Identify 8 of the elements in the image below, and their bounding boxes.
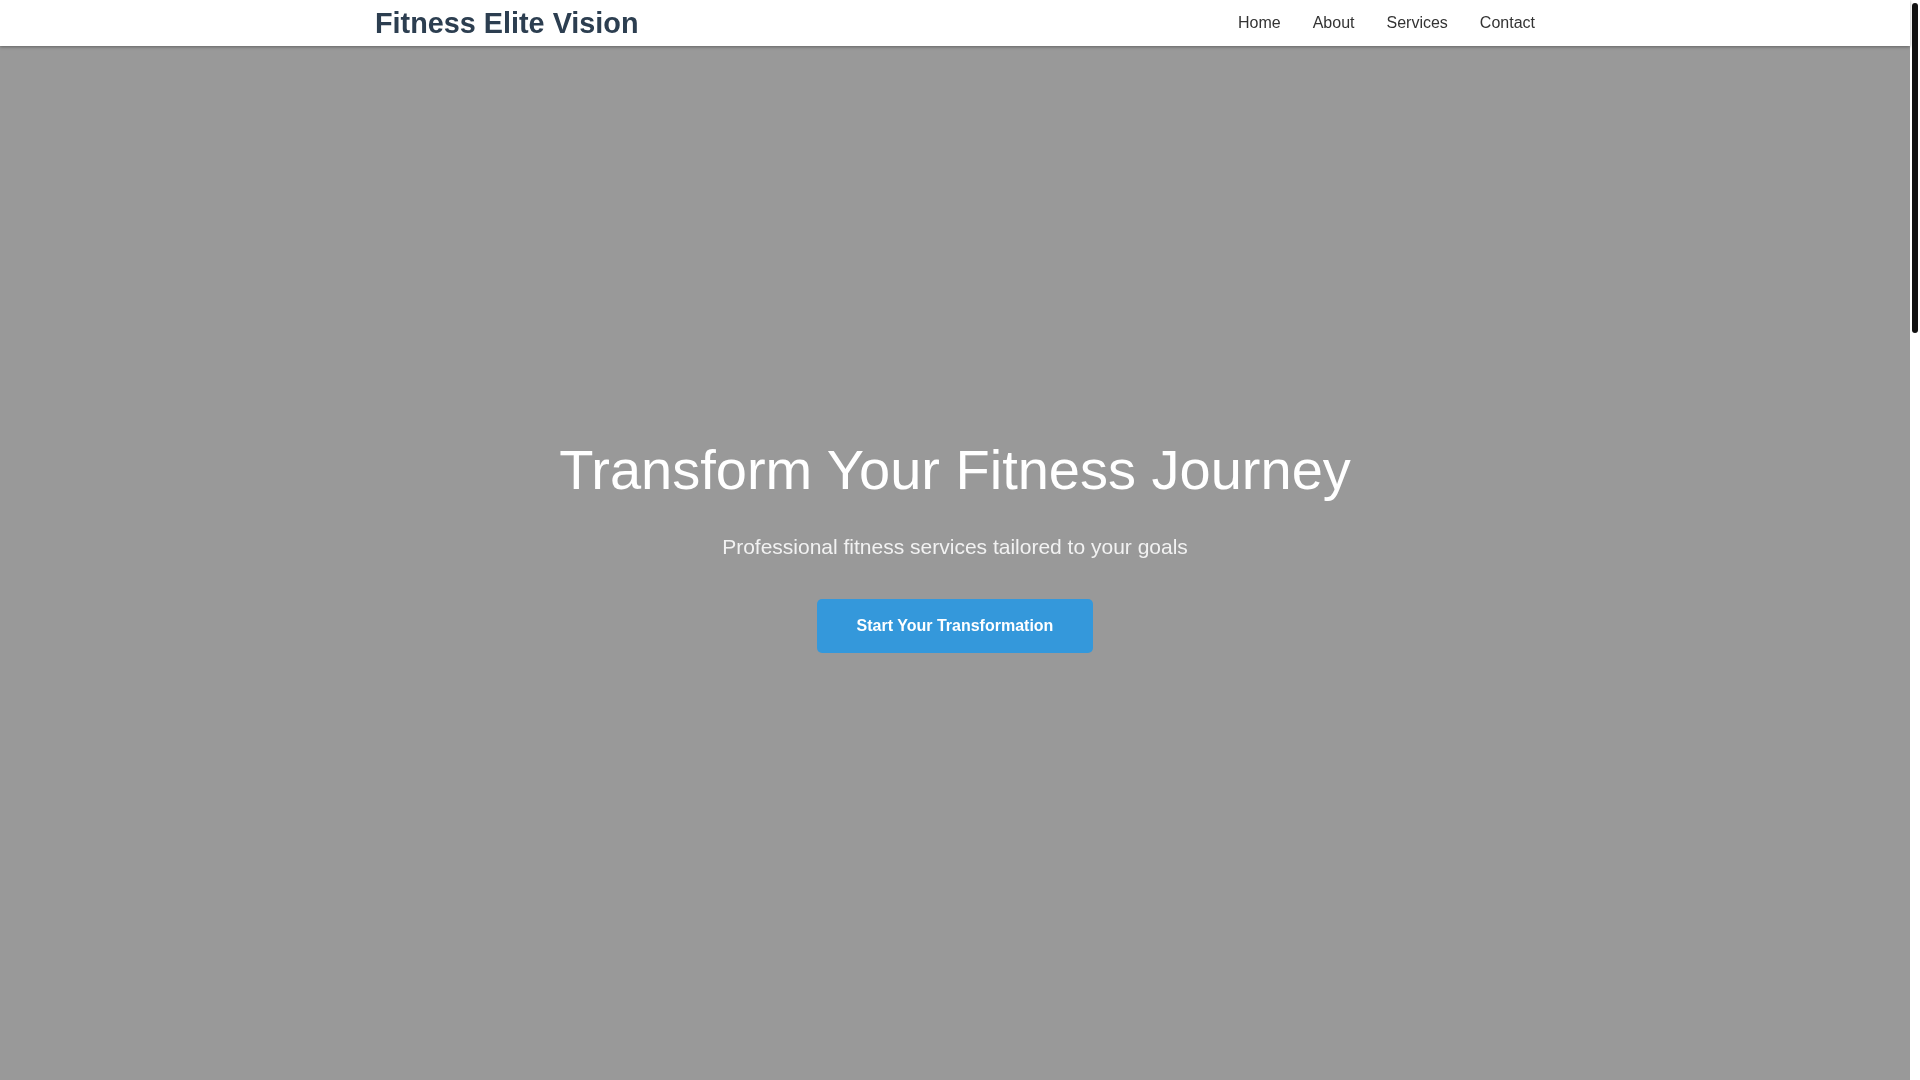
scrollbar-thumb[interactable]: [1912, 3, 1918, 333]
nav-link[interactable]: Contact: [1479, 11, 1535, 35]
nav-link[interactable]: Services: [1386, 11, 1448, 35]
hero-subtitle: Professional fitness services tailored to your goals: [722, 534, 1188, 561]
hero-title: Transform Your Fitness Journey: [559, 437, 1351, 503]
site-logo[interactable]: Fitness Elite Vision: [375, 8, 639, 38]
nav-link[interactable]: About: [1312, 11, 1355, 35]
nav-link[interactable]: Home: [1238, 11, 1281, 35]
